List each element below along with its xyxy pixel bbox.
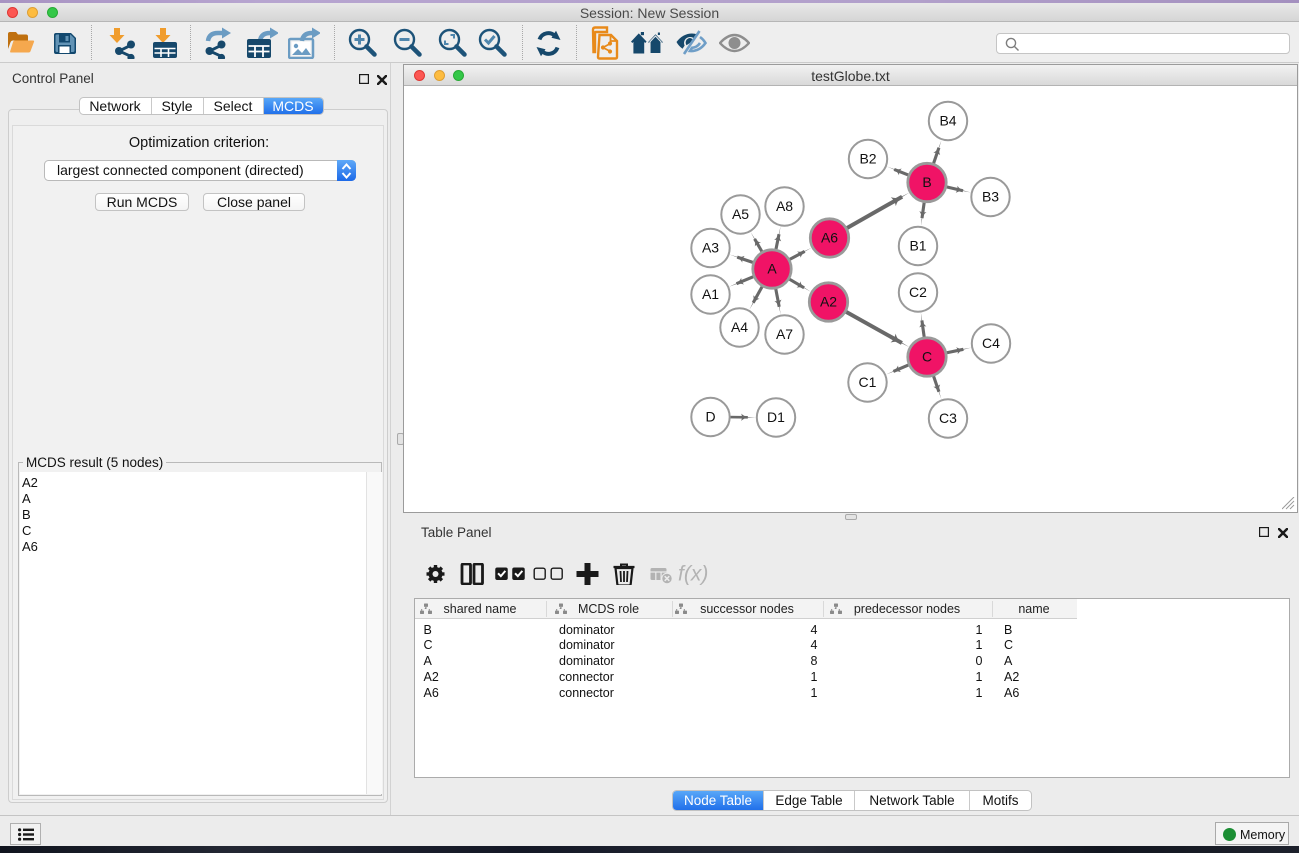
svg-text:A3: A3 — [702, 240, 719, 256]
svg-text:C3: C3 — [939, 410, 957, 426]
svg-text:B: B — [922, 174, 931, 190]
svg-text:f(x): f(x) — [678, 563, 708, 585]
svg-text:D1: D1 — [767, 409, 785, 425]
svg-text:A5: A5 — [732, 206, 749, 222]
svg-text:A4: A4 — [731, 319, 748, 335]
svg-text:A6: A6 — [821, 230, 838, 246]
svg-text:A2: A2 — [820, 294, 837, 310]
svg-text:C2: C2 — [909, 284, 927, 300]
svg-text:C: C — [922, 349, 932, 365]
svg-text:B4: B4 — [939, 113, 956, 129]
svg-text:A7: A7 — [776, 326, 793, 342]
svg-text:A: A — [767, 261, 777, 277]
svg-text:C1: C1 — [859, 374, 877, 390]
svg-text:C4: C4 — [982, 335, 1000, 351]
svg-text:A1: A1 — [702, 286, 719, 302]
svg-text:B2: B2 — [859, 151, 876, 167]
svg-text:B3: B3 — [982, 189, 999, 205]
svg-text:D: D — [705, 409, 715, 425]
svg-text:A8: A8 — [776, 198, 793, 214]
svg-text:B1: B1 — [909, 238, 926, 254]
